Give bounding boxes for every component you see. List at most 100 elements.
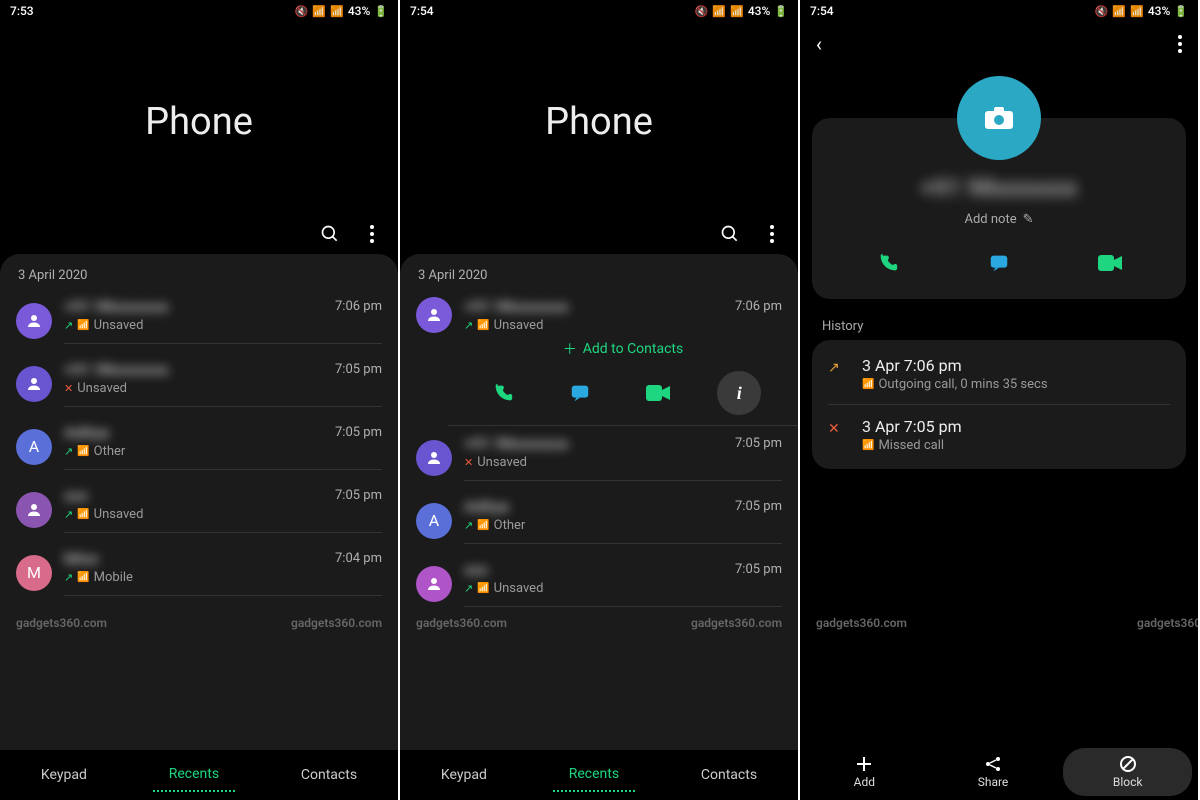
contact-card: +91 98xxxxxxx Add note✎ [812, 118, 1186, 299]
header: Phone [400, 22, 798, 222]
wifi-call-icon: 📶 [477, 583, 489, 594]
wifi-icon: 📶 [712, 5, 726, 18]
watermark: gadgets360.com [691, 616, 782, 630]
signal-icon: 📶 [1130, 5, 1144, 18]
wifi-icon: 📶 [312, 5, 326, 18]
contact-name: xxx [64, 486, 88, 505]
contact-label: Unsaved [77, 381, 127, 396]
status-bar: 7:54 🔇 📶 📶 43% 🔋 [400, 0, 798, 22]
status-time: 7:54 [410, 4, 434, 18]
history-row[interactable]: ↗ 3 Apr 7:06 pm 📶Outgoing call, 0 mins 3… [828, 344, 1170, 404]
screen-recents: 7:53 🔇 📶 📶 43% 🔋 Phone 3 April 2020 +91 … [0, 0, 398, 800]
list-item-expanded[interactable]: +91 98xxxxxxx7:06 pm ↗📶Unsaved [400, 289, 798, 333]
avatar-initial: M [27, 563, 41, 582]
list-item[interactable]: A Aditya7:05 pm ↗📶Other [0, 415, 398, 478]
list-item[interactable]: xxx 7:05 pm ↗ 📶 Unsaved [0, 478, 398, 541]
more-icon[interactable] [360, 222, 384, 246]
search-icon[interactable] [318, 222, 342, 246]
wifi-call-icon: 📶 [477, 320, 489, 331]
toolbar [0, 222, 398, 254]
nav-recents[interactable]: Recents [553, 758, 635, 792]
nav-contacts[interactable]: Contacts [285, 759, 373, 791]
battery-text: 43% [348, 4, 370, 18]
video-call-button[interactable] [640, 375, 676, 411]
list-item[interactable]: +91 98xxxxxxx7:06 pm ↗📶Unsaved [0, 289, 398, 352]
list-item[interactable]: +91 98xxxxxxx7:05 pm ✕Unsaved [0, 352, 398, 415]
avatar [416, 440, 452, 476]
wifi-call-icon: 📶 [77, 446, 89, 457]
search-icon[interactable] [718, 222, 742, 246]
outgoing-call-icon: ↗ [64, 571, 73, 584]
contact-name: Miss [64, 549, 98, 568]
contact-label: Other [94, 444, 126, 459]
call-time: 7:05 pm [335, 488, 382, 503]
history-row[interactable]: ✕ 3 Apr 7:05 pm 📶Missed call [828, 404, 1170, 465]
avatar-initial: A [429, 511, 439, 530]
list-item[interactable]: xxx7:05 pm ↗📶Unsaved [400, 552, 798, 615]
message-button[interactable] [981, 245, 1017, 281]
add-to-contacts-button[interactable]: ＋Add to Contacts [464, 339, 782, 359]
list-item[interactable]: A Aditya7:05 pm ↗📶Other [400, 489, 798, 552]
page-title: Phone [145, 100, 253, 144]
avatar: A [416, 503, 452, 539]
page-title: Phone [545, 100, 653, 144]
signal-icon: 📶 [730, 5, 744, 18]
battery-icon: 🔋 [774, 5, 788, 18]
call-button[interactable] [870, 245, 906, 281]
history-detail: Missed call [878, 438, 944, 453]
recents-list: 3 April 2020 +91 98xxxxxxx7:06 pm ↗📶Unsa… [400, 254, 798, 750]
share-button[interactable]: Share [929, 744, 1058, 800]
add-note-button[interactable]: Add note✎ [832, 212, 1166, 227]
toolbar [400, 222, 798, 254]
avatar [16, 492, 52, 528]
watermark: gadgets360.com [1137, 616, 1198, 630]
add-button[interactable]: Add [800, 744, 929, 800]
outgoing-call-icon: ↗ [64, 319, 73, 332]
date-header: 3 April 2020 [400, 254, 798, 289]
call-time: 7:05 pm [735, 499, 782, 514]
status-right: 🔇 📶 📶 43% 🔋 [295, 4, 388, 18]
contact-name: Aditya [64, 423, 109, 442]
nav-keypad[interactable]: Keypad [25, 759, 103, 791]
watermark: gadgets360.com [416, 616, 507, 630]
header: Phone [0, 22, 398, 222]
call-time: 7:04 pm [335, 551, 382, 566]
status-right: 🔇 📶 📶 43% 🔋 [695, 4, 788, 18]
nav-keypad[interactable]: Keypad [425, 759, 503, 791]
call-button[interactable] [485, 375, 521, 411]
more-icon[interactable] [760, 222, 784, 246]
outgoing-call-icon: ↗ [464, 519, 473, 532]
avatar-camera[interactable] [957, 76, 1041, 160]
list-item[interactable]: +91 98xxxxxxx7:05 pm ✕Unsaved [400, 426, 798, 489]
call-time: 7:05 pm [335, 362, 382, 377]
avatar [416, 297, 452, 333]
contact-label: Other [494, 518, 526, 533]
wifi-call-icon: 📶 [862, 440, 874, 451]
info-button[interactable]: i [717, 371, 761, 415]
back-button[interactable]: ‹ [816, 32, 822, 56]
outgoing-call-icon: ↗ [64, 508, 73, 521]
more-icon[interactable] [1178, 35, 1182, 53]
contact-label: Unsaved [494, 581, 544, 596]
battery-text: 43% [748, 4, 770, 18]
battery-text: 43% [1148, 4, 1170, 18]
nav-recents[interactable]: Recents [153, 758, 235, 792]
call-time: 7:06 pm [335, 299, 382, 314]
wifi-icon: 📶 [1112, 5, 1126, 18]
status-time: 7:54 [810, 4, 834, 18]
contact-name: +91 98xxxxxxx [64, 360, 169, 379]
message-button[interactable] [562, 375, 598, 411]
video-call-button[interactable] [1092, 245, 1128, 281]
status-bar: 7:53 🔇 📶 📶 43% 🔋 [0, 0, 398, 22]
status-time: 7:53 [10, 4, 34, 18]
wifi-call-icon: 📶 [862, 379, 874, 390]
bottom-nav: Keypad Recents Contacts [0, 750, 398, 800]
history-detail: Outgoing call, 0 mins 35 secs [878, 377, 1047, 392]
nav-contacts[interactable]: Contacts [685, 759, 773, 791]
wifi-call-icon: 📶 [477, 520, 489, 531]
list-item[interactable]: M Miss7:04 pm ↗📶Mobile [0, 541, 398, 604]
contact-name: +91 98xxxxxxx [464, 297, 569, 316]
wifi-call-icon: 📶 [77, 509, 89, 520]
block-button[interactable]: Block [1063, 748, 1192, 796]
contact-label: Unsaved [94, 507, 144, 522]
